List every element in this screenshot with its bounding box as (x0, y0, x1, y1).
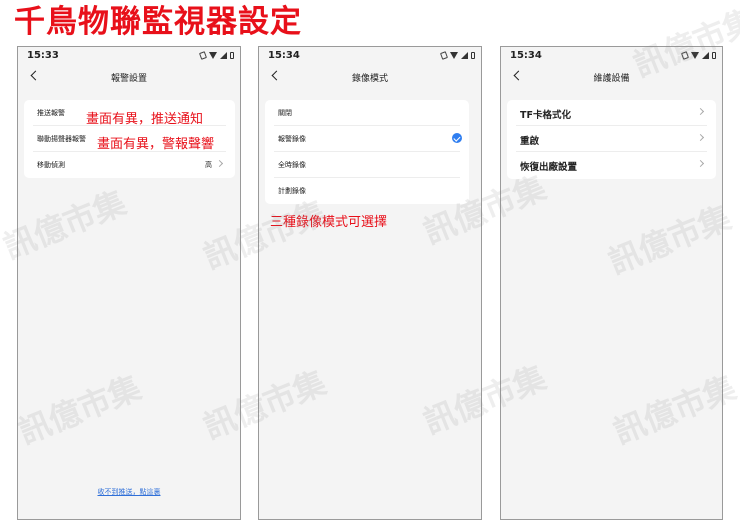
status-time: 15:34 (510, 50, 542, 61)
wifi-icon (450, 52, 458, 59)
recording-mode-card: 關閉 報警錄像 全時錄像 計劃錄像 (265, 100, 469, 204)
row-label: 移動偵測 (37, 161, 65, 169)
no-push-help-link[interactable]: 收不到推送，點這裏 (98, 488, 161, 496)
signal-icon (702, 52, 709, 59)
option-continuous-recording[interactable]: 全時錄像 (265, 152, 469, 178)
status-bar: 15:33 (18, 47, 240, 67)
option-scheduled-recording[interactable]: 計劃錄像 (265, 178, 469, 204)
nav-bar: 維護設備 (501, 67, 722, 87)
row-label: 推送報警 (37, 109, 65, 117)
chevron-right-icon (696, 133, 705, 142)
status-bar: 15:34 (501, 47, 722, 67)
status-icons (198, 51, 234, 60)
phone-screen-recording-mode: 15:34 錄像模式 關閉 報警錄像 全時錄像 計劃錄像 三種錄像模式可選擇 (258, 46, 482, 520)
row-label: 計劃錄像 (278, 187, 306, 195)
wifi-icon (209, 52, 217, 59)
wifi-icon (691, 52, 699, 59)
phone-screen-device-maintenance: 15:34 維護設備 TF卡格式化 重啟 恢復出廠設置 (500, 46, 723, 520)
footer-link-container: 收不到推送，點這裏 (18, 479, 240, 498)
page-title: 維護設備 (593, 74, 630, 84)
status-icons (439, 51, 475, 60)
page-title: 錄像模式 (351, 74, 388, 84)
nav-bar: 報警設置 (18, 67, 240, 87)
status-time: 15:33 (27, 50, 59, 61)
option-alarm-recording[interactable]: 報警錄像 (265, 126, 469, 152)
signal-icon (220, 52, 227, 59)
row-label: 聯動揚聲器報警 (37, 135, 86, 143)
banner-title: 千鳥物聯監視器設定 (14, 4, 302, 40)
signal-icon (461, 52, 468, 59)
battery-icon (230, 52, 234, 59)
status-time: 15:34 (268, 50, 300, 61)
mute-icon (198, 51, 208, 60)
chevron-right-icon (696, 159, 705, 168)
row-label: 重啟 (520, 136, 540, 147)
battery-icon (471, 52, 475, 59)
battery-icon (712, 52, 716, 59)
annotation-push-notify: 畫面有異，推送通知 (86, 112, 204, 127)
row-format-tf-card[interactable]: TF卡格式化 (507, 100, 716, 126)
row-label: 關閉 (278, 109, 292, 117)
row-label: 全時錄像 (278, 161, 306, 169)
status-icons (680, 51, 716, 60)
row-motion-detection[interactable]: 移動偵測 高 (24, 152, 235, 178)
chevron-right-icon (215, 159, 224, 168)
status-bar: 15:34 (259, 47, 481, 67)
phone-screen-alarm-settings: 15:33 報警設置 推送報警 聯動揚聲器報警 移動偵測 高 畫面有異，推送通知… (17, 46, 241, 520)
maintenance-card: TF卡格式化 重啟 恢復出廠設置 (507, 100, 716, 179)
row-factory-reset[interactable]: 恢復出廠設置 (507, 152, 716, 178)
page-title: 報警設置 (110, 74, 147, 84)
annotation-recording-modes: 三種錄像模式可選擇 (270, 215, 388, 230)
mute-icon (439, 51, 449, 60)
row-value: 高 (205, 161, 212, 169)
chevron-right-icon (696, 107, 705, 116)
check-icon (452, 133, 462, 143)
option-off[interactable]: 關閉 (265, 100, 469, 126)
mute-icon (680, 51, 690, 60)
nav-bar: 錄像模式 (259, 67, 481, 87)
annotation-alarm-sound: 畫面有異，警報聲響 (97, 137, 215, 152)
row-restart[interactable]: 重啟 (507, 126, 716, 152)
row-label: 恢復出廠設置 (520, 162, 578, 173)
row-label: TF卡格式化 (520, 110, 571, 121)
row-label: 報警錄像 (278, 135, 306, 143)
